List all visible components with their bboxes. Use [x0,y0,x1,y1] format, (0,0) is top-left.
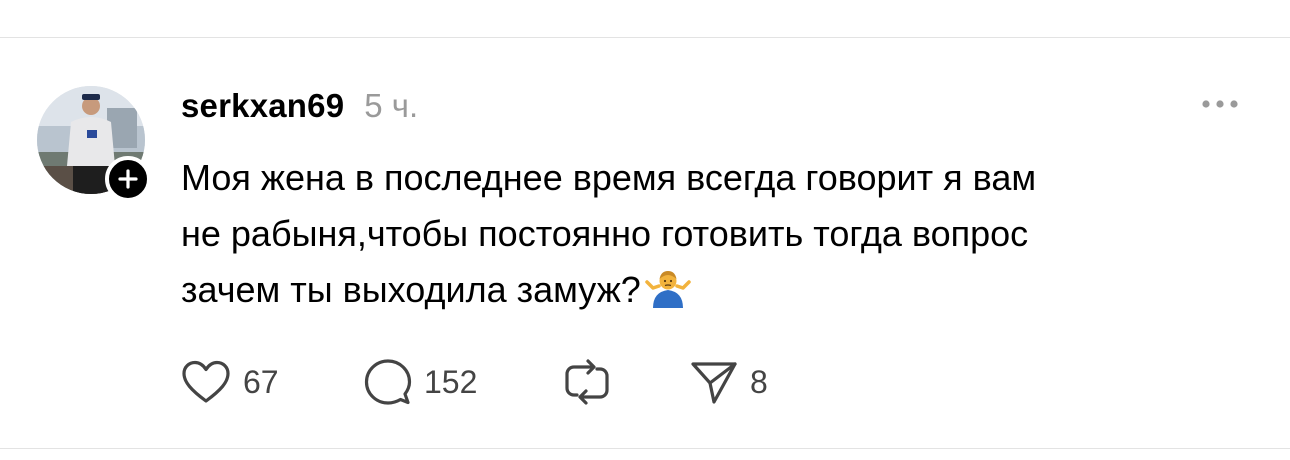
speech-bubble-icon [364,359,412,405]
more-dots-icon [1202,100,1238,108]
username[interactable]: serkxan69 [181,87,344,125]
bottom-divider [0,448,1290,449]
like-button[interactable]: 67 [181,355,279,409]
share-count: 8 [750,363,768,400]
avatar-container[interactable] [37,86,151,202]
repost-button[interactable] [563,355,611,409]
share-button[interactable]: 8 [690,355,768,409]
more-options-button[interactable] [1196,92,1244,116]
send-icon [691,362,737,404]
top-divider [0,37,1290,38]
heart-icon [182,360,230,403]
plus-icon [118,169,138,189]
post-text: Моя жена в последнее время всегда говори… [181,150,1241,324]
post-timestamp: 5 ч. [364,87,419,124]
post-header: serkxan69 5 ч. [181,84,418,128]
post-text-line: не рабыня,чтобы постоянно готовить тогда… [181,213,1029,254]
man-shrugging-emoji [645,268,691,324]
post-text-line: Моя жена в последнее время всегда говори… [181,157,1037,198]
follow-button[interactable] [105,156,151,202]
post-text-line: зачем ты выходила замуж? [181,269,641,310]
comment-count: 152 [424,363,478,400]
comment-button[interactable]: 152 [364,355,477,409]
like-count: 67 [243,363,279,400]
post-text-line-last: зачем ты выходила замуж? [181,262,1241,324]
repost-arrows-icon [565,359,609,405]
